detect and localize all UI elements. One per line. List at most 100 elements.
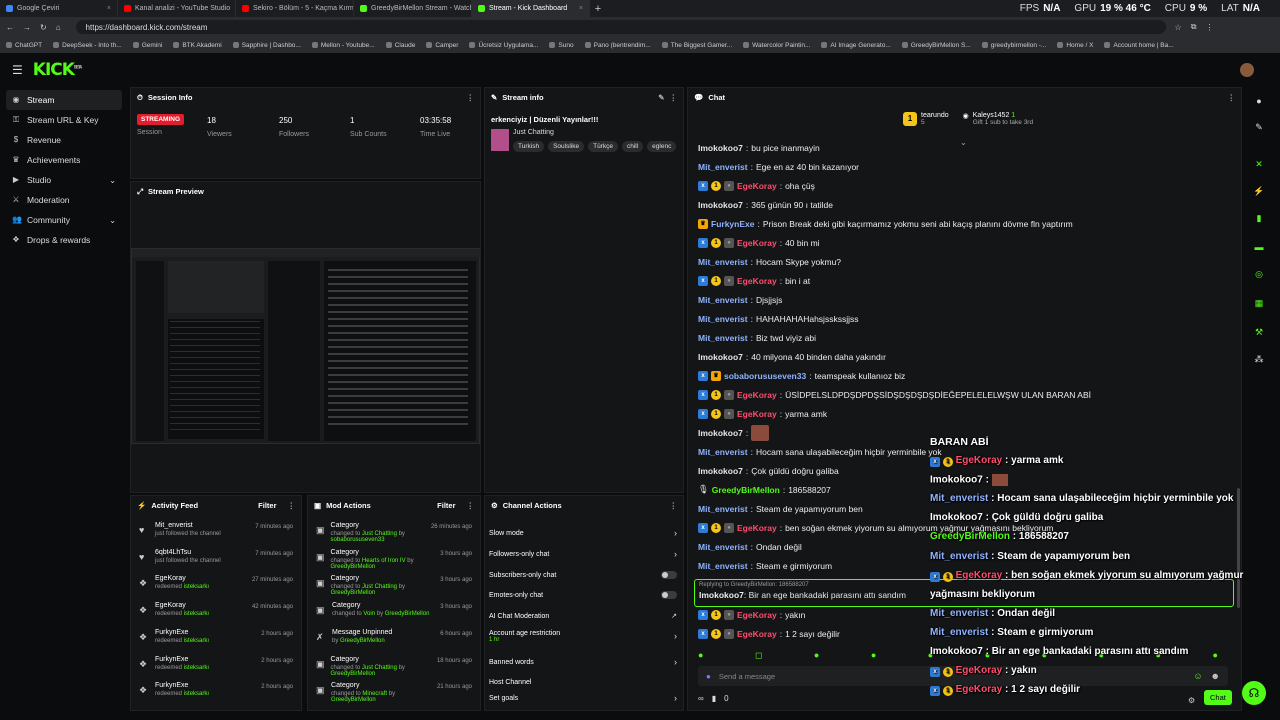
chat-username[interactable]: EgeKoray bbox=[737, 629, 777, 639]
bookmark-item[interactable]: AI Image Generato... bbox=[821, 42, 891, 49]
more-icon[interactable]: ⋮ bbox=[467, 93, 475, 102]
bolt-icon[interactable]: ⚡ bbox=[1244, 180, 1274, 202]
browser-tab[interactable]: Sekiro - Bölüm - 5 - Kaçma Kırmız× bbox=[236, 0, 354, 17]
emote-picker-icon[interactable]: ☺ bbox=[1193, 671, 1202, 681]
emote-icon[interactable]: ◻ bbox=[755, 650, 762, 661]
sidebar-item[interactable]: ▶ Studio ⌄ bbox=[6, 170, 122, 190]
chevron-right-icon[interactable]: › bbox=[674, 528, 677, 538]
bookmark-item[interactable]: GreedyBirMellon S... bbox=[901, 42, 971, 49]
more-icon[interactable]: ⋮ bbox=[1228, 93, 1236, 102]
filter-button[interactable]: Filter bbox=[437, 501, 455, 510]
chat-username[interactable]: Mit_enverist bbox=[698, 257, 748, 267]
bookmark-item[interactable]: ChatGPT bbox=[6, 42, 42, 49]
bookmark-item[interactable]: Pano (bentrendim... bbox=[584, 42, 651, 49]
chevron-right-icon[interactable]: › bbox=[674, 657, 677, 667]
chat-username[interactable]: Mit_enverist bbox=[698, 295, 748, 305]
chat-username[interactable]: Imokokoo7 bbox=[698, 143, 743, 153]
emote-icon[interactable]: ● bbox=[698, 650, 703, 661]
avatar[interactable] bbox=[1240, 62, 1254, 77]
channel-action-item[interactable]: AI Chat Moderation ↗ bbox=[489, 607, 677, 625]
browser-tab[interactable]: GreedyBirMellon Stream - Watch...× bbox=[354, 0, 472, 17]
chat-username[interactable]: EgeKoray bbox=[737, 181, 777, 191]
hamburger-icon[interactable]: ☰ bbox=[12, 63, 23, 77]
sidebar-item[interactable]: ♛ Achievements bbox=[6, 150, 122, 170]
chat-username[interactable]: FurkynExe bbox=[711, 219, 754, 229]
emote-icon[interactable]: ● bbox=[1212, 650, 1217, 661]
chat-username[interactable]: Mit_enverist bbox=[698, 561, 748, 571]
menu-dots-icon[interactable]: ⋮ bbox=[1205, 23, 1213, 32]
chat-username[interactable]: Imokokoo7 bbox=[698, 428, 743, 438]
chat-username[interactable]: EgeKoray bbox=[737, 610, 777, 620]
sidebar-item[interactable]: ⚔ Moderation bbox=[6, 190, 122, 210]
emote-icon[interactable]: ● bbox=[814, 650, 819, 661]
reload-icon[interactable]: ↻ bbox=[40, 23, 47, 32]
document-icon[interactable]: ▮ bbox=[1244, 207, 1274, 229]
url-field[interactable]: https://dashboard.kick.com/stream bbox=[75, 20, 1166, 34]
bookmark-star-icon[interactable]: ☆ bbox=[1175, 23, 1182, 32]
tag[interactable]: Soulslike bbox=[548, 141, 585, 152]
channel-action-item[interactable]: Followers-only chat › bbox=[489, 545, 677, 563]
chat-username[interactable]: Mit_enverist bbox=[698, 504, 748, 514]
broadcast-icon[interactable]: ◎ bbox=[1244, 263, 1274, 285]
bookmark-item[interactable]: The Biggest Gamer... bbox=[661, 42, 732, 49]
smile-icon[interactable]: ☻ bbox=[1211, 671, 1220, 681]
chevron-right-icon[interactable]: › bbox=[674, 693, 677, 703]
browser-tab[interactable]: Stream - Kick Dashboard × bbox=[472, 0, 590, 17]
bookmark-item[interactable]: Claude bbox=[385, 42, 415, 49]
sidebar-item[interactable]: ◉ Stream bbox=[6, 90, 122, 110]
browser-tab[interactable]: Google Çeviri × bbox=[0, 0, 118, 17]
reply-user[interactable]: Imokokoo7 bbox=[699, 590, 744, 600]
chat-scrollbar[interactable] bbox=[1237, 488, 1240, 608]
bookmark-item[interactable]: Sapphire | Dashbo... bbox=[232, 42, 301, 49]
external-link-icon[interactable]: ↗ bbox=[671, 612, 677, 620]
home-icon[interactable]: ⌂ bbox=[56, 23, 61, 32]
more-icon[interactable]: ⋮ bbox=[670, 501, 678, 510]
bookmark-item[interactable]: Camper bbox=[426, 42, 458, 49]
bookmark-item[interactable]: DeepSeek - Into th... bbox=[53, 42, 122, 49]
kick-logo[interactable]: KICKBETA bbox=[33, 60, 82, 80]
sidebar-item[interactable]: 👥 Community ⌄ bbox=[6, 210, 122, 230]
bookmark-item[interactable]: Account home | Ba... bbox=[1104, 42, 1174, 49]
bookmark-item[interactable]: Mellon - Youtube... bbox=[311, 42, 375, 49]
forward-icon[interactable]: → bbox=[23, 23, 31, 32]
close-icon[interactable]: × bbox=[107, 5, 111, 12]
info-icon[interactable]: ● bbox=[1244, 90, 1274, 112]
toggle-switch[interactable] bbox=[661, 591, 677, 599]
bookmark-item[interactable]: Ücretsiz Uygulama... bbox=[469, 42, 538, 49]
chat-username[interactable]: GreedyBirMellon bbox=[712, 485, 780, 495]
sidebar-item[interactable]: ❖ Drops & rewards bbox=[6, 230, 122, 250]
tag[interactable]: chill bbox=[621, 141, 644, 152]
more-icon[interactable]: ⋮ bbox=[467, 501, 475, 510]
chat-username[interactable]: Mit_enverist bbox=[698, 314, 748, 324]
chat-username[interactable]: Mit_enverist bbox=[698, 447, 748, 457]
chat-username[interactable]: EgeKoray bbox=[737, 276, 777, 286]
infinity-icon[interactable]: ∞ bbox=[698, 694, 704, 703]
emote-icon[interactable]: ● bbox=[871, 650, 876, 661]
edit-pencil-icon[interactable]: ✎ bbox=[658, 93, 664, 102]
channel-action-item[interactable]: Set goals › bbox=[489, 689, 677, 707]
bookmark-item[interactable]: BTK Akademi bbox=[173, 42, 222, 49]
bookmark-item[interactable]: Home / X bbox=[1057, 42, 1093, 49]
wrench-icon[interactable]: ⚒ bbox=[1244, 321, 1274, 343]
sidebar-item[interactable]: ⚿ Stream URL & Key bbox=[6, 110, 122, 130]
apps-icon[interactable]: ⁂ bbox=[1244, 348, 1274, 370]
chat-username[interactable]: EgeKoray bbox=[737, 523, 777, 533]
channel-action-item[interactable]: Account age restriction 1 hr › bbox=[489, 627, 677, 645]
more-icon[interactable]: ⋮ bbox=[288, 501, 296, 510]
edit-icon[interactable]: ✎ bbox=[1244, 116, 1274, 138]
chat-username[interactable]: Mit_enverist bbox=[698, 333, 748, 343]
chat-username[interactable]: Mit_enverist bbox=[698, 162, 748, 172]
more-icon[interactable]: ⋮ bbox=[670, 93, 678, 102]
bookmark-item[interactable]: Watercolor Paintin... bbox=[743, 42, 810, 49]
chat-send-button[interactable]: Chat bbox=[1204, 690, 1232, 705]
chat-username[interactable]: sobaborususeven33 bbox=[724, 371, 806, 381]
chevron-right-icon[interactable]: › bbox=[674, 631, 677, 641]
browser-tab[interactable]: Kanal analizi - YouTube Studio× bbox=[118, 0, 236, 17]
support-chat-icon[interactable]: ☊ bbox=[1242, 681, 1266, 705]
chevron-down-icon[interactable]: ⌄ bbox=[109, 216, 116, 225]
tag[interactable]: eglenc bbox=[647, 141, 677, 152]
tag[interactable]: Turkish bbox=[513, 141, 545, 152]
tag[interactable]: Türkçe bbox=[588, 141, 618, 152]
mic-icon[interactable]: ● bbox=[706, 672, 711, 681]
channel-action-item[interactable]: Emotes-only chat bbox=[489, 586, 677, 604]
